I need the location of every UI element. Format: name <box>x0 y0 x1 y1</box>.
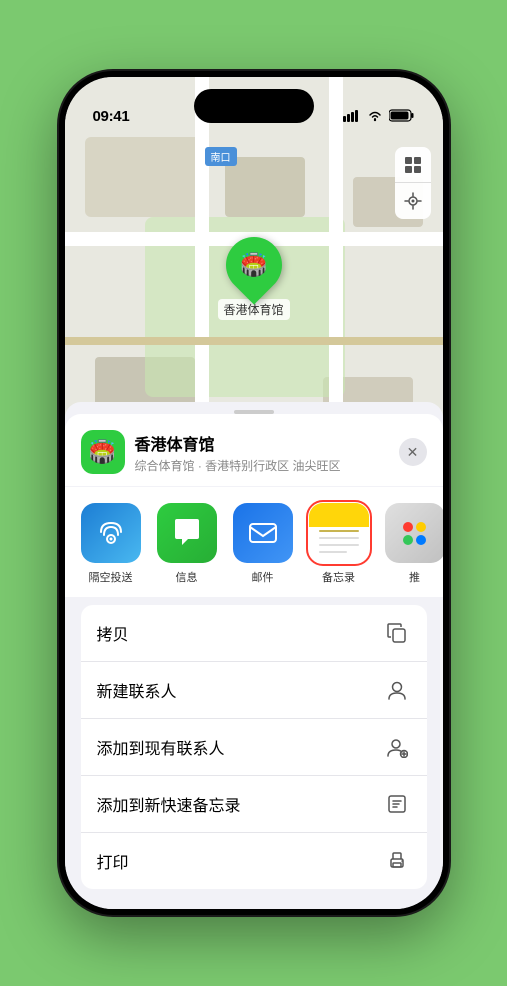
menu-item-new-contact[interactable]: 新建联系人 <box>81 662 427 719</box>
print-label: 打印 <box>97 849 129 873</box>
wifi-icon <box>367 110 383 125</box>
messages-label: 信息 <box>176 569 198 585</box>
venue-info: 香港体育馆 综合体育馆 · 香港特别行政区 油尖旺区 <box>135 431 399 474</box>
mail-icon <box>233 503 293 563</box>
signal-icon <box>343 110 361 125</box>
status-icons <box>343 109 415 125</box>
map-road <box>65 337 443 345</box>
phone-frame: 09:41 <box>59 71 449 915</box>
add-existing-label: 添加到现有联系人 <box>97 735 225 759</box>
menu-list: 拷贝 新建联系人 <box>81 605 427 889</box>
app-item-airdrop[interactable]: 隔空投送 <box>77 503 145 585</box>
status-time: 09:41 <box>93 108 130 125</box>
more-icon <box>385 503 443 563</box>
location-button[interactable] <box>395 183 431 219</box>
menu-item-add-existing[interactable]: 添加到现有联系人 <box>81 719 427 776</box>
app-item-mail[interactable]: 邮件 <box>229 503 297 585</box>
venue-icon: 🏟️ <box>81 430 125 474</box>
airdrop-icon <box>81 503 141 563</box>
venue-description: 综合体育馆 · 香港特别行政区 油尖旺区 <box>135 457 399 474</box>
stadium-pin: 🏟️ 香港体育馆 <box>217 237 289 320</box>
map-entrance-label: 南口 <box>205 147 237 166</box>
venue-name: 香港体育馆 <box>135 431 399 455</box>
status-bar: 09:41 <box>65 77 443 131</box>
app-item-more[interactable]: 推 <box>381 503 443 585</box>
copy-label: 拷贝 <box>97 621 129 645</box>
copy-icon <box>383 619 411 647</box>
add-existing-icon <box>383 733 411 761</box>
pin-circle: 🏟️ <box>214 225 293 304</box>
menu-item-copy[interactable]: 拷贝 <box>81 605 427 662</box>
map-controls <box>395 147 431 219</box>
app-item-messages[interactable]: 信息 <box>153 503 221 585</box>
notes-label: 备忘录 <box>322 569 355 585</box>
messages-icon <box>157 503 217 563</box>
menu-item-print[interactable]: 打印 <box>81 833 427 889</box>
new-contact-label: 新建联系人 <box>97 678 177 702</box>
close-button[interactable]: ✕ <box>399 438 427 466</box>
battery-icon <box>389 109 415 125</box>
apps-row: 隔空投送 信息 <box>65 487 443 597</box>
phone-screen: 09:41 <box>65 77 443 909</box>
app-item-notes[interactable]: 备忘录 <box>305 503 373 585</box>
sheet-header: 🏟️ 香港体育馆 综合体育馆 · 香港特别行政区 油尖旺区 ✕ <box>65 414 443 486</box>
stadium-icon: 🏟️ <box>240 252 267 278</box>
map-type-button[interactable] <box>395 147 431 183</box>
add-notes-icon <box>383 790 411 818</box>
more-label: 推 <box>409 569 420 585</box>
notes-icon <box>309 503 369 563</box>
more-dots <box>403 522 426 545</box>
mail-label: 邮件 <box>252 569 274 585</box>
print-icon <box>383 847 411 875</box>
bottom-sheet: 🏟️ 香港体育馆 综合体育馆 · 香港特别行政区 油尖旺区 ✕ <box>65 402 443 909</box>
new-contact-icon <box>383 676 411 704</box>
menu-item-add-notes[interactable]: 添加到新快速备忘录 <box>81 776 427 833</box>
map-block <box>225 157 305 217</box>
map-block <box>85 137 205 217</box>
add-notes-label: 添加到新快速备忘录 <box>97 792 241 816</box>
airdrop-label: 隔空投送 <box>89 569 133 585</box>
close-icon: ✕ <box>407 444 419 461</box>
